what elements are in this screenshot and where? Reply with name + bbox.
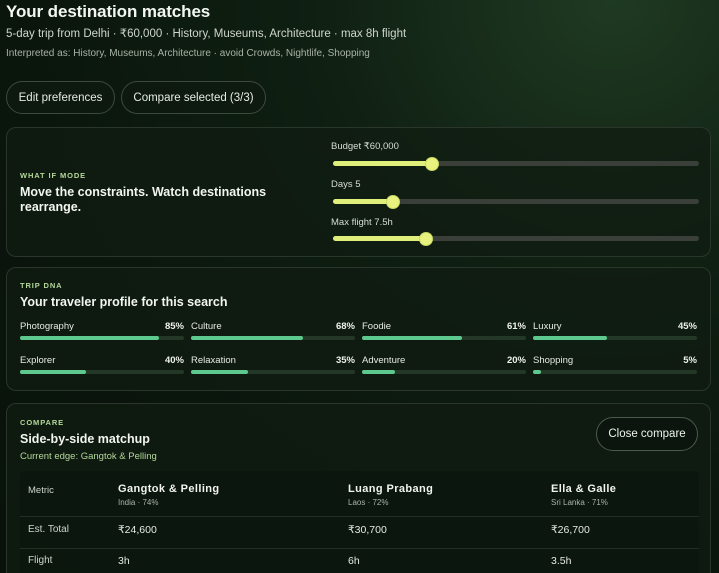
row-metric-label: Flight [28,555,53,566]
days-slider[interactable] [333,195,699,208]
budget-slider-fill [333,161,432,166]
trait-bar [20,370,184,374]
current-edge: Current edge: Gangtok & Pelling [20,451,157,462]
trip-dna-card: TRIP DNA Your traveler profile for this … [6,267,711,391]
trait-percent: 68% [335,321,355,332]
what-if-card: WHAT IF MODE Move the constraints. Watch… [6,127,711,257]
trait-percent: 45% [677,321,697,332]
trait-bar-fill [533,370,542,374]
row-divider [20,548,699,549]
budget-slider-thumb[interactable] [425,157,438,170]
budget-slider-label: Budget ₹60,000 [331,141,399,152]
trait-bar-fill [20,370,86,374]
budget-slider[interactable] [333,157,699,170]
edit-preferences-button[interactable]: Edit preferences [6,81,115,114]
trait-percent: 40% [164,355,184,366]
trait-percent: 35% [335,355,355,366]
days-slider-label: Days 5 [331,179,361,190]
trait-bar [191,336,355,340]
trait-bar-fill [362,336,463,340]
row-divider [20,516,699,517]
trip-dna-heading: Your traveler profile for this search [20,295,228,309]
table-cell: ₹26,700 [551,524,590,536]
trip-dna-eyebrow: TRIP DNA [20,281,63,290]
metric-column-header: Metric [28,485,54,496]
trait-bar [533,336,697,340]
table-cell: 3h [118,555,130,567]
days-slider-fill [333,199,394,204]
destination-name: Gangtok & Pelling [118,483,220,495]
trait-bar-fill [191,370,249,374]
what-if-heading: Move the constraints. Watch destinations… [20,185,267,214]
trait-percent: 5% [683,355,697,366]
destination-name: Luang Prabang [348,483,434,495]
comparison-table: Metric Gangtok & Pelling India · 74% Lua… [20,471,699,573]
trait-name: Adventure [362,355,406,366]
interpreted-preferences: Interpreted as: History, Museums, Archit… [6,48,370,59]
destination-meta: India · 74% [118,498,159,507]
row-metric-label: Est. Total [28,524,69,535]
close-compare-button[interactable]: Close compare [596,417,698,451]
destination-meta: Laos · 72% [348,498,389,507]
table-cell: 6h [348,555,360,567]
trait-percent: 85% [164,321,184,332]
what-if-eyebrow: WHAT IF MODE [20,171,87,180]
trait-name: Shopping [533,355,574,366]
destination-name: Ella & Galle [551,483,617,495]
trait-percent: 20% [506,355,526,366]
trait-bar [362,370,526,374]
table-cell: ₹24,600 [118,524,157,536]
max-flight-slider-thumb[interactable] [420,232,433,245]
compare-eyebrow: COMPARE [20,418,65,427]
trait-name: Photography [20,321,74,332]
trait-name: Relaxation [191,355,236,366]
max-flight-slider-fill [333,236,427,241]
table-cell: ₹30,700 [348,524,387,536]
destination-header-luang-prabang[interactable]: Luang Prabang Laos · 72% [348,483,433,507]
table-cell: 3.5h [551,555,572,567]
trip-summary: 5-day trip from Delhi · ₹60,000 · Histor… [6,28,407,40]
trait-name: Culture [191,321,222,332]
trait-bar-fill [362,370,395,374]
trait-bar [191,370,355,374]
trait-bar [533,370,697,374]
trait-bar-fill [533,336,607,340]
trait-percent: 61% [506,321,526,332]
compare-heading: Side-by-side matchup [20,432,150,446]
destination-meta: Sri Lanka · 71% [551,498,608,507]
trait-bar-fill [191,336,303,340]
max-flight-slider-label: Max flight 7.5h [331,217,393,228]
page-title: Your destination matches [6,2,211,21]
trait-bar-fill [20,336,160,340]
destination-header-gangtok[interactable]: Gangtok & Pelling India · 74% [118,483,220,507]
days-slider-thumb[interactable] [387,195,400,208]
trait-name: Luxury [533,321,562,332]
destination-header-ella-galle[interactable]: Ella & Galle Sri Lanka · 71% [551,483,616,507]
max-flight-slider[interactable] [333,232,699,245]
trait-bar [362,336,526,340]
compare-card: COMPARE Side-by-side matchup Current edg… [6,403,711,573]
trait-name: Explorer [20,355,56,366]
trait-bar [20,336,184,340]
compare-selected-button[interactable]: Compare selected (3/3) [121,81,266,114]
trait-name: Foodie [362,321,392,332]
